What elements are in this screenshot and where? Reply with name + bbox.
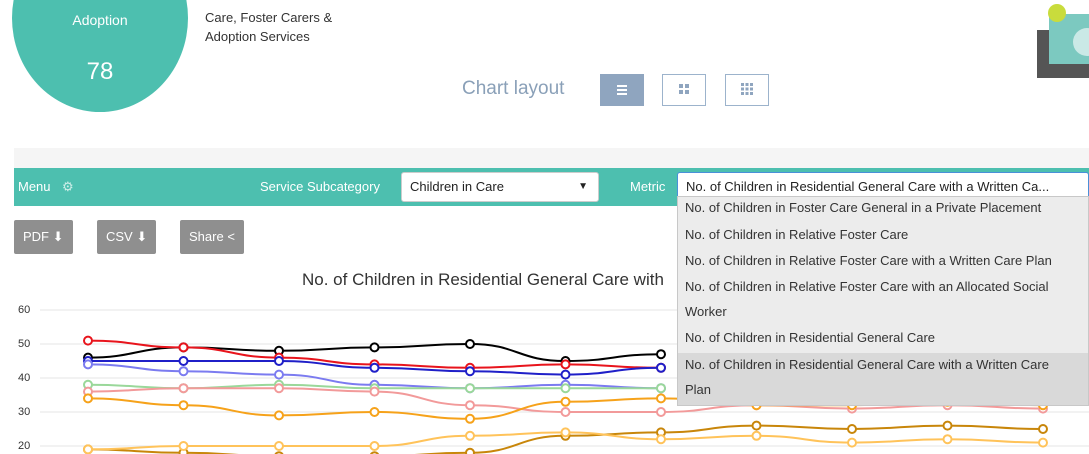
data-point[interactable] [656,407,666,417]
data-point[interactable] [274,441,284,451]
data-point[interactable] [560,427,571,438]
dropdown-option[interactable]: No. of Children in Foster Care General i… [685,200,1041,215]
data-point[interactable] [369,407,380,417]
data-point[interactable] [178,356,189,366]
dropdown-option[interactable]: No. of Children in Relative Foster Care … [685,253,1052,268]
data-point[interactable] [656,349,666,360]
data-point[interactable] [942,434,953,445]
data-point[interactable] [465,383,475,394]
data-point[interactable] [178,400,189,411]
data-point[interactable] [465,430,475,441]
data-point[interactable] [560,369,571,380]
data-point[interactable] [656,383,666,394]
dropdown-option[interactable]: No. of Children in Relative Foster Care [685,227,908,242]
data-point[interactable] [369,362,380,373]
data-point[interactable] [656,393,666,404]
data-point[interactable] [83,444,93,454]
dropdown-option[interactable]: No. of Children in Residential General C… [685,330,935,345]
data-point[interactable] [83,335,93,346]
data-point[interactable] [465,400,475,411]
data-point[interactable] [274,356,284,366]
data-point[interactable] [274,383,284,394]
data-point[interactable] [274,410,284,421]
data-point[interactable] [465,413,475,424]
dropdown-option-continued[interactable]: Worker [685,304,727,319]
data-point[interactable] [560,407,571,417]
data-point[interactable] [178,383,189,394]
data-point[interactable] [656,434,666,445]
data-point[interactable] [178,441,189,451]
data-point[interactable] [83,359,93,370]
data-point[interactable] [83,393,93,404]
data-point[interactable] [1038,424,1048,434]
data-point[interactable] [560,396,571,407]
dropdown-option-selected[interactable]: No. of Children in Residential General C… [685,357,1049,372]
data-point[interactable] [369,386,380,397]
data-point[interactable] [656,362,666,373]
data-point[interactable] [465,447,475,454]
data-point[interactable] [751,420,762,431]
data-point[interactable] [942,420,953,431]
data-point[interactable] [178,342,189,353]
data-point[interactable] [465,339,475,349]
data-point[interactable] [369,441,380,451]
dropdown-option-continued[interactable]: Plan [685,382,711,397]
data-point[interactable] [274,369,284,380]
data-point[interactable] [369,342,380,353]
data-point[interactable] [560,383,571,394]
data-point[interactable] [847,437,857,448]
data-point[interactable] [751,430,762,441]
data-point[interactable] [560,359,571,370]
metric-dropdown-list[interactable]: No. of Children in Foster Care General i… [677,196,1089,406]
data-point[interactable] [178,366,189,377]
dropdown-option[interactable]: No. of Children in Relative Foster Care … [685,279,1048,294]
data-point[interactable] [847,424,857,434]
data-point[interactable] [465,366,475,377]
data-point[interactable] [1038,437,1048,448]
